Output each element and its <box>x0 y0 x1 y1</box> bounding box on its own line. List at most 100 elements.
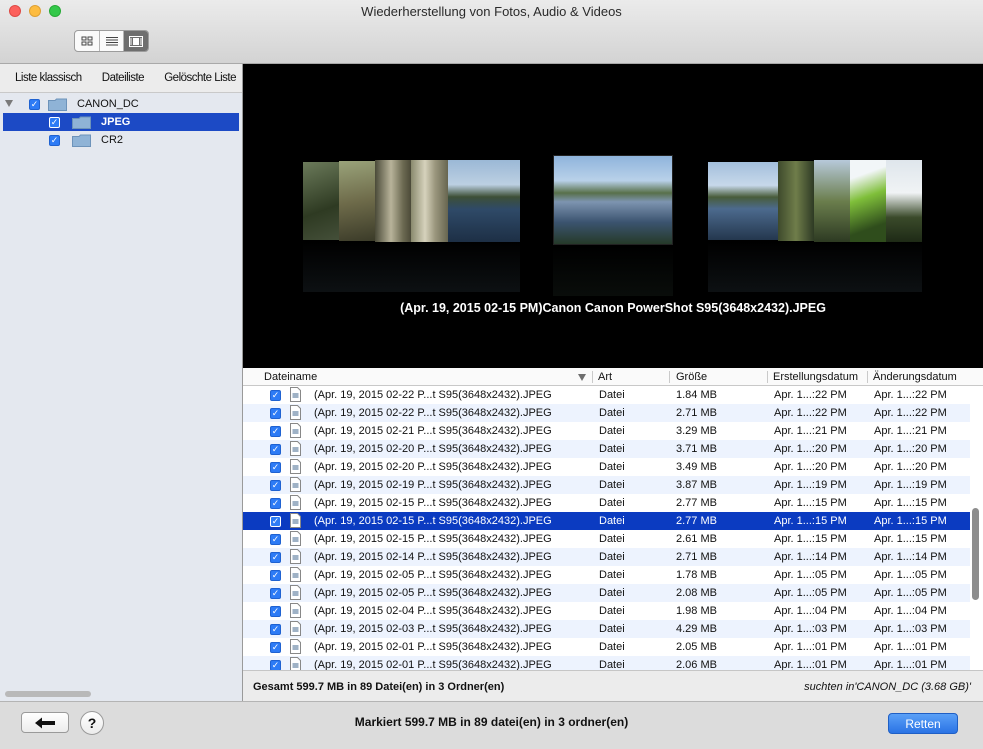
recover-button[interactable]: Retten <box>888 713 958 734</box>
table-body: ✓ (Apr. 19, 2015 02-22 P...t S95(3648x243… <box>243 386 970 670</box>
column-header-erstellungsdatum[interactable]: Erstellungsdatum <box>773 371 858 383</box>
coverflow-view-button[interactable] <box>124 31 148 51</box>
checkbox-cr2[interactable]: ✓ <box>49 134 60 146</box>
cell-created: Apr. 1...:15 PM <box>774 497 847 509</box>
image-file-icon <box>290 657 301 670</box>
center-photo[interactable] <box>553 155 673 245</box>
table-row[interactable]: ✓ (Apr. 19, 2015 02-01 P...t S95(3648x243… <box>243 638 970 656</box>
list-view-button[interactable] <box>100 31 125 51</box>
coverflow-preview[interactable]: (Apr. 19, 2015 02-15 PM)Canon Canon Powe… <box>243 64 983 368</box>
view-mode-switcher <box>74 30 149 52</box>
cell-size: 1.84 MB <box>676 389 717 401</box>
row-checkbox[interactable]: ✓ <box>270 552 281 563</box>
thumbnail-photo[interactable] <box>886 160 922 242</box>
cell-type: Datei <box>599 569 625 581</box>
table-row[interactable]: ✓ (Apr. 19, 2015 02-19 P...t S95(3648x243… <box>243 476 970 494</box>
thumbnail-photo[interactable] <box>375 160 415 242</box>
table-row[interactable]: ✓ (Apr. 19, 2015 02-22 P...t S95(3648x243… <box>243 404 970 422</box>
table-row[interactable]: ✓ (Apr. 19, 2015 02-15 P...t S95(3648x243… <box>243 494 970 512</box>
table-row[interactable]: ✓ (Apr. 19, 2015 02-03 P...t S95(3648x243… <box>243 620 970 638</box>
thumbnail-photo[interactable] <box>303 162 343 240</box>
thumbnail-photo[interactable] <box>411 160 451 242</box>
table-row[interactable]: ✓ (Apr. 19, 2015 02-15 P...t S95(3648x243… <box>243 530 970 548</box>
status-bar: Gesamt 599.7 MB in 89 Datei(en) in 3 Ord… <box>243 670 983 701</box>
tab-dateiliste[interactable]: Dateiliste <box>102 72 145 84</box>
cell-created: Apr. 1...:20 PM <box>774 461 847 473</box>
cell-filename: (Apr. 19, 2015 02-19 P...t S95(3648x2432… <box>314 479 552 491</box>
table-row[interactable]: ✓ (Apr. 19, 2015 02-05 P...t S95(3648x243… <box>243 566 970 584</box>
cell-size: 2.05 MB <box>676 641 717 653</box>
cell-type: Datei <box>599 407 625 419</box>
cell-modified: Apr. 1...:19 PM <box>874 479 947 491</box>
disclosure-triangle-icon[interactable] <box>5 100 13 107</box>
cell-filename: (Apr. 19, 2015 02-22 P...t S95(3648x2432… <box>314 407 552 419</box>
table-row[interactable]: ✓ (Apr. 19, 2015 02-22 P...t S95(3648x243… <box>243 386 970 404</box>
checkbox-jpeg[interactable]: ✓ <box>49 116 60 128</box>
row-checkbox[interactable]: ✓ <box>270 588 281 599</box>
sort-descending-icon[interactable] <box>578 374 586 381</box>
row-checkbox[interactable]: ✓ <box>270 516 281 527</box>
column-divider[interactable] <box>592 371 593 383</box>
cell-modified: Apr. 1...:21 PM <box>874 425 947 437</box>
row-checkbox[interactable]: ✓ <box>270 480 281 491</box>
cell-modified: Apr. 1...:20 PM <box>874 461 947 473</box>
cell-type: Datei <box>599 479 625 491</box>
folder-icon <box>72 116 91 129</box>
table-row[interactable]: ✓ (Apr. 19, 2015 02-05 P...t S95(3648x243… <box>243 584 970 602</box>
column-header-art[interactable]: Art <box>598 371 612 383</box>
row-checkbox[interactable]: ✓ <box>270 606 281 617</box>
row-checkbox[interactable]: ✓ <box>270 642 281 653</box>
tree-item-jpeg[interactable]: ✓ JPEG <box>3 113 239 131</box>
cell-created: Apr. 1...:22 PM <box>774 389 847 401</box>
tab-geloeschte-liste[interactable]: Gelöschte Liste <box>164 72 236 84</box>
table-row[interactable]: ✓ (Apr. 19, 2015 02-20 P...t S95(3648x243… <box>243 440 970 458</box>
column-divider[interactable] <box>669 371 670 383</box>
cell-size: 2.08 MB <box>676 587 717 599</box>
tab-liste-klassisch[interactable]: Liste klassisch <box>15 72 82 84</box>
column-divider[interactable] <box>767 371 768 383</box>
row-checkbox[interactable]: ✓ <box>270 624 281 635</box>
column-header-dateiname[interactable]: Dateiname <box>264 371 317 383</box>
sidebar-tabs: Liste klassisch Dateiliste Gelöschte Lis… <box>0 64 242 93</box>
sidebar-horizontal-scrollbar[interactable] <box>5 691 91 697</box>
tree-item-label: CR2 <box>101 134 124 146</box>
table-row[interactable]: ✓ (Apr. 19, 2015 02-01 P...t S95(3648x243… <box>243 656 970 670</box>
tree-item-cr2[interactable]: ✓ CR2 <box>0 131 242 149</box>
grid-view-button[interactable] <box>75 31 100 51</box>
cell-modified: Apr. 1...:01 PM <box>874 659 947 670</box>
column-header-groesse[interactable]: Größe <box>676 371 707 383</box>
row-checkbox[interactable]: ✓ <box>270 408 281 419</box>
thumbnail-photo[interactable] <box>448 160 520 242</box>
folder-icon <box>72 134 91 147</box>
tree-item-canon-dc[interactable]: ✓ CANON_DC <box>0 95 242 113</box>
table-row[interactable]: ✓ (Apr. 19, 2015 02-21 P...t S95(3648x243… <box>243 422 970 440</box>
column-divider[interactable] <box>867 371 868 383</box>
table-vertical-scrollbar[interactable] <box>972 508 979 600</box>
row-checkbox[interactable]: ✓ <box>270 660 281 670</box>
image-file-icon <box>290 549 301 564</box>
row-checkbox[interactable]: ✓ <box>270 570 281 581</box>
cell-created: Apr. 1...:04 PM <box>774 605 847 617</box>
row-checkbox[interactable]: ✓ <box>270 444 281 455</box>
thumbnail-photo[interactable] <box>814 160 850 242</box>
cell-filename: (Apr. 19, 2015 02-15 P...t S95(3648x2432… <box>314 497 552 509</box>
row-checkbox[interactable]: ✓ <box>270 390 281 401</box>
table-row[interactable]: ✓ (Apr. 19, 2015 02-14 P...t S95(3648x243… <box>243 548 970 566</box>
row-checkbox[interactable]: ✓ <box>270 426 281 437</box>
cell-filename: (Apr. 19, 2015 02-05 P...t S95(3648x2432… <box>314 569 552 581</box>
thumbnail-photo[interactable] <box>339 161 379 241</box>
thumbnail-photo[interactable] <box>708 162 778 240</box>
table-row[interactable]: ✓ (Apr. 19, 2015 02-20 P...t S95(3648x243… <box>243 458 970 476</box>
row-checkbox[interactable]: ✓ <box>270 534 281 545</box>
thumbnail-photo[interactable] <box>778 161 814 241</box>
checkbox-canon-dc[interactable]: ✓ <box>29 98 40 110</box>
row-checkbox[interactable]: ✓ <box>270 498 281 509</box>
table-row-selected[interactable]: ✓ (Apr. 19, 2015 02-15 P...t S95(3648x243… <box>243 512 970 530</box>
table-row[interactable]: ✓ (Apr. 19, 2015 02-04 P...t S95(3648x243… <box>243 602 970 620</box>
cell-type: Datei <box>599 659 625 670</box>
cell-filename: (Apr. 19, 2015 02-15 P...t S95(3648x2432… <box>314 515 552 527</box>
thumbnail-photo[interactable] <box>850 160 886 242</box>
cell-created: Apr. 1...:22 PM <box>774 407 847 419</box>
row-checkbox[interactable]: ✓ <box>270 462 281 473</box>
column-header-aenderungsdatum[interactable]: Änderungsdatum <box>873 371 957 383</box>
